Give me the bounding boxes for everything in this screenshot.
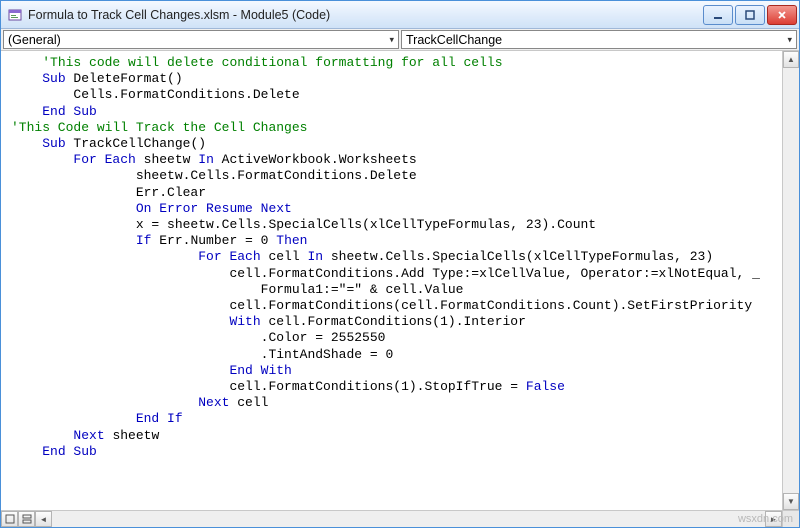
horizontal-scrollbar[interactable]: ◄ ► bbox=[1, 510, 799, 527]
maximize-button[interactable] bbox=[735, 5, 765, 25]
code-line[interactable]: 'This code will delete conditional forma… bbox=[11, 55, 780, 71]
code-line[interactable]: cell.FormatConditions(cell.FormatConditi… bbox=[11, 298, 780, 314]
watermark: wsxdn.com bbox=[738, 513, 793, 525]
object-dropdown-value: (General) bbox=[8, 33, 61, 47]
object-dropdown[interactable]: (General) ▾ bbox=[3, 30, 399, 49]
window-title: Formula to Track Cell Changes.xlsm - Mod… bbox=[28, 8, 703, 22]
vertical-scrollbar[interactable]: ▲ ▼ bbox=[782, 51, 799, 510]
code-line[interactable]: Cells.FormatConditions.Delete bbox=[11, 87, 780, 103]
scroll-down-button[interactable]: ▼ bbox=[783, 493, 799, 510]
code-line[interactable]: For Each cell In sheetw.Cells.SpecialCel… bbox=[11, 249, 780, 265]
procedure-dropdown-value: TrackCellChange bbox=[406, 33, 502, 47]
code-line[interactable]: Formula1:="=" & cell.Value bbox=[11, 282, 780, 298]
chevron-down-icon: ▾ bbox=[389, 34, 394, 45]
code-line[interactable]: End Sub bbox=[11, 444, 780, 460]
procedure-dropdown[interactable]: TrackCellChange ▾ bbox=[401, 30, 797, 49]
code-line[interactable]: For Each sheetw In ActiveWorkbook.Worksh… bbox=[11, 152, 780, 168]
vba-code-window: Formula to Track Cell Changes.xlsm - Mod… bbox=[0, 0, 800, 528]
code-line[interactable]: If Err.Number = 0 Then bbox=[11, 233, 780, 249]
code-area: 'This code will delete conditional forma… bbox=[1, 51, 799, 510]
code-editor[interactable]: 'This code will delete conditional forma… bbox=[1, 51, 782, 510]
code-line[interactable]: End With bbox=[11, 363, 780, 379]
code-line[interactable]: End If bbox=[11, 411, 780, 427]
code-line[interactable]: 'This Code will Track the Cell Changes bbox=[11, 120, 780, 136]
code-line[interactable]: cell.FormatConditions.Add Type:=xlCellVa… bbox=[11, 266, 780, 282]
code-line[interactable]: Next cell bbox=[11, 395, 780, 411]
code-line[interactable]: .TintAndShade = 0 bbox=[11, 347, 780, 363]
code-line[interactable]: Next sheetw bbox=[11, 428, 780, 444]
code-line[interactable]: Sub DeleteFormat() bbox=[11, 71, 780, 87]
scroll-track[interactable] bbox=[783, 68, 799, 493]
code-line[interactable]: Err.Clear bbox=[11, 185, 780, 201]
chevron-down-icon: ▾ bbox=[787, 34, 792, 45]
vba-module-icon bbox=[7, 7, 23, 23]
procedure-view-button[interactable] bbox=[18, 511, 35, 527]
full-module-view-button[interactable] bbox=[1, 511, 18, 527]
code-line[interactable]: On Error Resume Next bbox=[11, 201, 780, 217]
code-line[interactable]: Sub TrackCellChange() bbox=[11, 136, 780, 152]
code-line[interactable]: x = sheetw.Cells.SpecialCells(xlCellType… bbox=[11, 217, 780, 233]
scroll-left-button[interactable]: ◄ bbox=[35, 511, 52, 527]
minimize-button[interactable] bbox=[703, 5, 733, 25]
titlebar[interactable]: Formula to Track Cell Changes.xlsm - Mod… bbox=[1, 1, 799, 29]
scroll-up-button[interactable]: ▲ bbox=[783, 51, 799, 68]
code-line[interactable]: .Color = 2552550 bbox=[11, 330, 780, 346]
window-buttons bbox=[703, 5, 797, 25]
code-line[interactable]: cell.FormatConditions(1).StopIfTrue = Fa… bbox=[11, 379, 780, 395]
close-button[interactable] bbox=[767, 5, 797, 25]
object-procedure-row: (General) ▾ TrackCellChange ▾ bbox=[1, 29, 799, 51]
hscroll-track[interactable] bbox=[52, 511, 765, 527]
code-line[interactable]: With cell.FormatConditions(1).Interior bbox=[11, 314, 780, 330]
code-line[interactable]: sheetw.Cells.FormatConditions.Delete bbox=[11, 168, 780, 184]
code-line[interactable]: End Sub bbox=[11, 104, 780, 120]
